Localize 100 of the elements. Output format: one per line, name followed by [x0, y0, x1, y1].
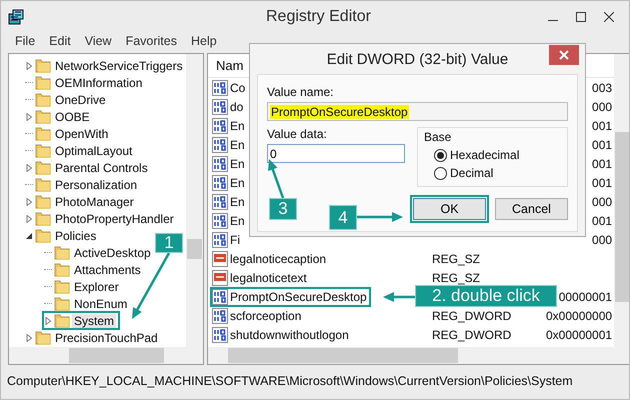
value-data: 001 — [592, 156, 612, 170]
value-name[interactable]: En — [230, 176, 245, 190]
value-data: 001 — [592, 118, 612, 132]
ok-button[interactable]: OK — [413, 198, 486, 220]
radio-button[interactable] — [434, 166, 447, 180]
value-name[interactable]: Co — [230, 80, 246, 94]
folder-icon — [35, 92, 51, 107]
binary-value-icon — [212, 288, 228, 304]
expand-icon[interactable] — [44, 316, 52, 324]
expand-icon[interactable] — [25, 334, 33, 342]
tree-item[interactable]: PrecisionTouchPad — [53, 330, 160, 344]
radio-label[interactable]: Hexadecimal — [450, 148, 520, 162]
folder-icon — [35, 75, 51, 90]
field-label: Value name: — [267, 85, 334, 99]
value-name[interactable]: PromptOnSecureDesktop — [230, 290, 367, 304]
expand-icon[interactable] — [25, 112, 33, 120]
tree-item[interactable]: Explorer — [72, 280, 121, 294]
value-data: 001 — [592, 176, 612, 190]
value-data: 00000001 — [558, 290, 612, 304]
binary-value-icon — [212, 136, 228, 152]
value-name-field[interactable]: PromptOnSecureDesktop — [267, 102, 568, 121]
cancel-button[interactable]: Cancel — [495, 198, 568, 220]
expand-icon[interactable] — [25, 214, 33, 222]
expand-icon[interactable] — [25, 198, 33, 206]
close-icon — [604, 12, 614, 22]
group-label: Base — [424, 130, 452, 144]
tree-item[interactable]: NonEnum — [72, 296, 130, 310]
scrollbar[interactable] — [614, 54, 629, 347]
value-data: 001 — [592, 138, 612, 152]
value-name[interactable]: Fi — [230, 232, 240, 246]
value-data: 001 — [592, 214, 612, 228]
value-type: REG_SZ — [432, 270, 480, 284]
tree-item[interactable]: System — [72, 314, 116, 328]
close-button[interactable] — [549, 45, 579, 65]
scrollbar[interactable] — [186, 54, 203, 347]
callout-label: 1 — [155, 233, 183, 253]
binary-value-icon — [212, 232, 228, 248]
tree-item[interactable]: Parental Controls — [53, 160, 150, 174]
binary-value-icon — [212, 212, 228, 228]
callout-label: 4 — [329, 205, 357, 230]
tree-item[interactable]: OEMInformation — [53, 76, 144, 90]
folder-icon — [35, 211, 51, 226]
folder-icon — [54, 262, 70, 277]
expand-icon[interactable] — [25, 164, 33, 172]
tree-item[interactable]: ActiveDesktop — [72, 246, 153, 260]
scrollbar[interactable] — [9, 347, 203, 364]
value-name[interactable]: En — [230, 214, 245, 228]
value-data: 000 — [592, 232, 612, 246]
folder-icon — [35, 109, 51, 124]
column-header[interactable]: Nam — [216, 58, 244, 73]
binary-value-icon — [212, 80, 228, 96]
callout-arrow — [357, 212, 403, 222]
value-name[interactable]: do — [230, 100, 244, 114]
binary-value-icon — [212, 308, 228, 324]
menu-item[interactable]: Favorites — [126, 34, 177, 48]
menu-item[interactable]: File — [15, 34, 36, 48]
expand-icon[interactable] — [25, 62, 33, 70]
tree-item[interactable]: PhotoManager — [53, 194, 136, 208]
value-name[interactable]: En — [230, 194, 245, 208]
tree-item[interactable]: OpenWith — [53, 126, 110, 140]
tree-item[interactable]: PhotoPropertyHandler — [53, 212, 176, 226]
tree-item[interactable]: Personalization — [53, 178, 140, 192]
value-name[interactable]: En — [230, 138, 245, 152]
value-data: 003 — [592, 80, 612, 94]
menu-item[interactable]: Help — [190, 34, 217, 48]
scrollbar[interactable] — [208, 347, 629, 364]
value-name[interactable]: En — [230, 118, 245, 132]
string-value-icon — [212, 250, 228, 266]
folder-icon — [35, 228, 51, 243]
radio-button[interactable] — [434, 148, 447, 162]
value-name[interactable]: scforceoption — [230, 308, 302, 322]
collapse-icon[interactable] — [25, 232, 33, 240]
tree-item[interactable]: NetworkServiceTriggers — [53, 58, 185, 72]
window-title: Registry Editor — [266, 8, 371, 26]
binary-value-icon — [212, 174, 228, 190]
value-name[interactable]: shutdownwithoutlogon — [230, 328, 349, 342]
value-type: REG_DWORD — [432, 308, 512, 322]
tree-item[interactable]: Attachments — [72, 262, 143, 276]
key-path: Computer\HKEY_LOCAL_MACHINE\SOFTWARE\Microsoft\Windows\CurrentVersion\Policies\System — [6, 373, 574, 390]
menu-item[interactable]: View — [84, 34, 112, 48]
callout-arrow — [268, 159, 284, 198]
close-icon — [559, 50, 569, 60]
menu-item[interactable]: Edit — [49, 34, 71, 48]
tree-item[interactable]: Policies — [53, 228, 98, 242]
folder-icon — [35, 160, 51, 175]
tree-item[interactable]: OptimalLayout — [53, 144, 134, 158]
binary-value-icon — [212, 326, 228, 342]
value-name[interactable]: En — [230, 156, 245, 170]
tree-item[interactable]: OOBE — [53, 110, 92, 124]
value-type: REG_SZ — [432, 252, 480, 266]
value-name[interactable]: legalnoticetext — [230, 270, 307, 284]
folder-icon — [54, 245, 70, 260]
value-data: 0x00000001 — [546, 328, 612, 342]
binary-value-icon — [212, 118, 228, 134]
folder-icon — [35, 330, 51, 345]
value-name[interactable]: legalnoticecaption — [230, 252, 326, 266]
callout-arrow — [383, 292, 415, 302]
radio-label[interactable]: Decimal — [450, 166, 494, 180]
value-data-field[interactable]: 0 — [267, 144, 405, 163]
tree-item[interactable]: OneDrive — [53, 92, 108, 106]
